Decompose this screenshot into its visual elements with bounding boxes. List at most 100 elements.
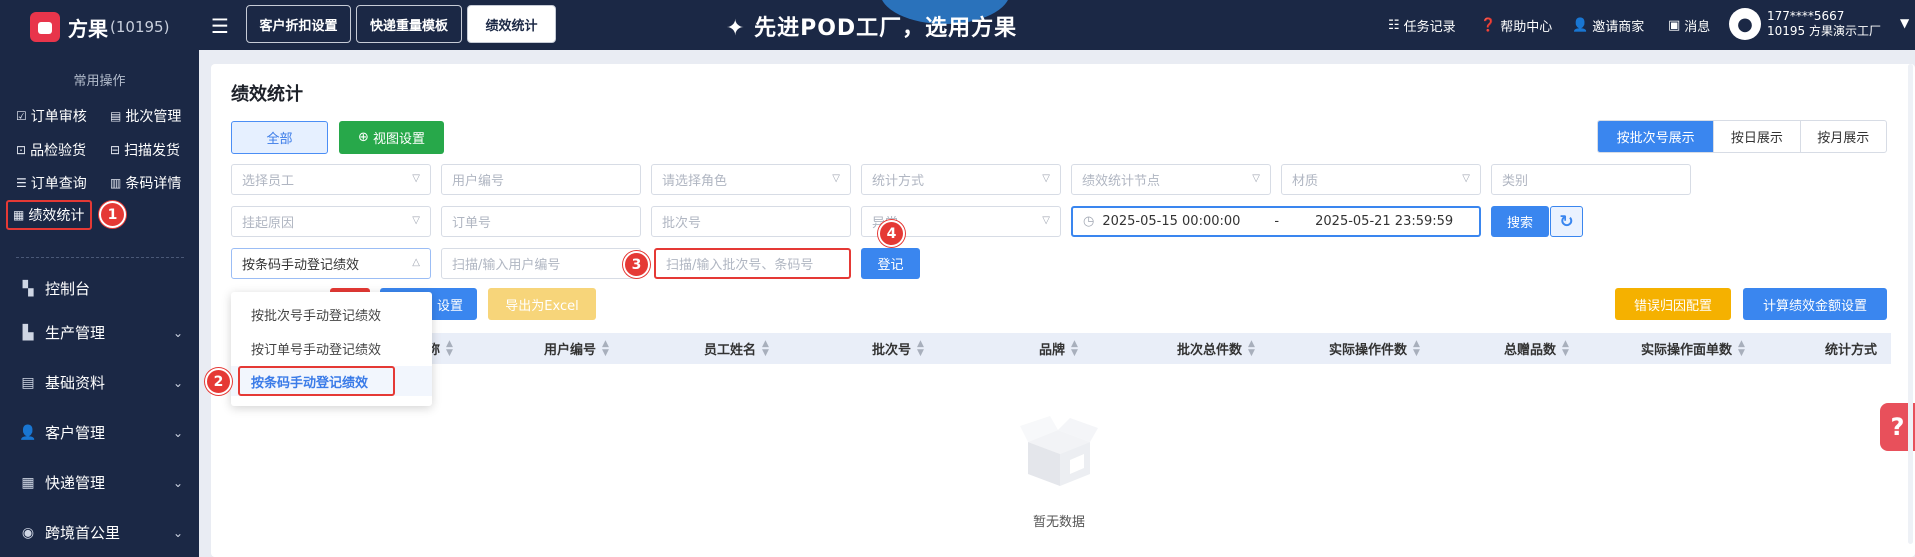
sort-icon: ▲ ▼ bbox=[602, 338, 609, 358]
quick-scan-ship[interactable]: ⊟ 扫描发货 bbox=[110, 140, 180, 160]
column-header[interactable]: 实际操作面单数 ▲ ▼ bbox=[1641, 333, 1745, 364]
employee-select[interactable]: 选择员工 ▽ bbox=[231, 164, 431, 195]
date-start[interactable]: 2025-05-15 00:00:00 bbox=[1102, 214, 1240, 229]
view-by-batch[interactable]: 按批次号展示 bbox=[1598, 121, 1714, 152]
material-select[interactable]: 材质 ▽ bbox=[1281, 164, 1481, 195]
quick-order-review[interactable]: ☑ 订单审核 bbox=[16, 106, 87, 126]
batch-no-input[interactable]: 批次号 bbox=[651, 206, 851, 237]
quick-performance-stats[interactable]: ▦ 绩效统计 bbox=[6, 200, 93, 230]
app-logo[interactable]: 方果 (10195) bbox=[30, 12, 169, 42]
sidebar-item-dashboard[interactable]: ▚ 控制台 bbox=[18, 278, 183, 299]
dropdown-option-order[interactable]: 按订单号手动登记绩效 bbox=[231, 333, 432, 363]
order-no-input[interactable]: 订单号 bbox=[441, 206, 641, 237]
role-select[interactable]: 请选择角色 ▽ bbox=[651, 164, 851, 195]
stat-node-select[interactable]: 绩效统计节点 ▽ bbox=[1071, 164, 1271, 195]
register-mode-value: 按条码手动登记绩效 bbox=[242, 258, 360, 273]
search-button[interactable]: 搜索 bbox=[1491, 206, 1549, 237]
app-name: 方果 bbox=[68, 16, 108, 41]
quick-quality-check[interactable]: ⊡ 品检验货 bbox=[16, 140, 86, 160]
sidebar-item-basic-data[interactable]: ▤ 基础资料 ⌄ bbox=[18, 372, 183, 393]
sort-icon: ▲ ▼ bbox=[762, 338, 769, 358]
scrollbar[interactable] bbox=[1908, 64, 1913, 544]
check-square-icon: ☑ bbox=[16, 109, 27, 123]
sidebar-item-production[interactable]: ▙ 生产管理 ⌄ bbox=[18, 322, 183, 343]
dropdown-option-batch[interactable]: 按批次号手动登记绩效 bbox=[231, 299, 432, 329]
column-label: 批次总件数 bbox=[1177, 343, 1243, 358]
column-header[interactable]: 实际操作件数 ▲ ▼ bbox=[1329, 333, 1420, 364]
globe-icon: ◉ bbox=[21, 524, 35, 541]
view-by-month[interactable]: 按月展示 bbox=[1799, 121, 1886, 152]
column-header[interactable]: 批次总件数 ▲ ▼ bbox=[1177, 333, 1255, 364]
help-center-link[interactable]: ❓ 帮助中心 bbox=[1480, 0, 1552, 50]
error-attribution-button[interactable]: 错误归因配置 bbox=[1615, 288, 1731, 320]
sidebar-item-customers[interactable]: 👤 客户管理 ⌄ bbox=[18, 422, 183, 443]
column-header[interactable]: 员工姓名 ▲ ▼ bbox=[704, 333, 769, 364]
register-mode-select[interactable]: 按条码手动登记绩效 △ bbox=[231, 248, 431, 279]
quick-barcode-detail[interactable]: ▥ 条码详情 bbox=[110, 173, 181, 193]
date-end[interactable]: 2025-05-21 23:59:59 bbox=[1315, 214, 1453, 229]
invite-merchant-link[interactable]: 👤 邀请商家 bbox=[1572, 0, 1644, 50]
refresh-icon[interactable]: ↻ bbox=[1550, 206, 1583, 237]
register-button[interactable]: 登记 bbox=[861, 248, 920, 279]
category-input[interactable]: 类别 bbox=[1491, 164, 1691, 195]
chevron-down-icon: ▽ bbox=[1462, 173, 1470, 184]
column-header[interactable]: 统计方式 bbox=[1825, 333, 1877, 364]
suspend-reason-select[interactable]: 挂起原因 ▽ bbox=[231, 206, 431, 237]
user-id-placeholder: 用户编号 bbox=[452, 174, 505, 189]
sort-icon: ▲ ▼ bbox=[917, 338, 924, 358]
quick-batch-manage[interactable]: ▤ 批次管理 bbox=[110, 106, 181, 126]
chevron-down-icon: ▽ bbox=[412, 215, 420, 226]
user-info[interactable]: 177****5667 10195 方果演示工厂 bbox=[1767, 9, 1881, 39]
material-placeholder: 材质 bbox=[1292, 174, 1319, 189]
calc-amount-settings-button[interactable]: 计算绩效金额设置 bbox=[1743, 288, 1887, 320]
export-excel-button[interactable]: 导出为Excel bbox=[488, 288, 596, 320]
column-header[interactable]: 批次号 ▲ ▼ bbox=[872, 333, 924, 364]
sidebar: 常用操作 ☑ 订单审核 ▤ 批次管理 ⊡ 品检验货 ⊟ 扫描发货 ☰ 订单查询 ▥ 条码详情… bbox=[0, 50, 199, 557]
column-header[interactable]: 用户编号 ▲ ▼ bbox=[544, 333, 609, 364]
column-label: 用户编号 bbox=[544, 343, 597, 358]
date-range-picker[interactable]: ◷ 2025-05-15 00:00:00 - 2025-05-21 23:59… bbox=[1071, 206, 1481, 237]
messages-link[interactable]: ▣ 消息 bbox=[1668, 0, 1710, 50]
invite-merchant-label: 邀请商家 bbox=[1592, 19, 1645, 35]
sort-icon: ▲ ▼ bbox=[1071, 338, 1078, 358]
user-id-input[interactable]: 用户编号 bbox=[441, 164, 641, 195]
chevron-down-icon: ▽ bbox=[1042, 215, 1050, 226]
tab-customer-discount[interactable]: 客户折扣设置 bbox=[246, 5, 351, 43]
sort-icon: ▲ ▼ bbox=[446, 338, 453, 358]
task-record-link[interactable]: ☷ 任务记录 bbox=[1388, 0, 1456, 50]
user-avatar[interactable]: ● bbox=[1729, 8, 1761, 40]
menu-toggle-icon[interactable]: ☰ bbox=[211, 14, 229, 38]
tab-express-weight[interactable]: 快递重量模板 bbox=[356, 5, 462, 43]
quick-label: 扫描发货 bbox=[124, 143, 181, 159]
page-title: 绩效统计 bbox=[231, 84, 303, 105]
batch-scan-input[interactable]: 扫描/输入批次号、条码号 bbox=[654, 248, 851, 279]
tab-performance[interactable]: 绩效统计 bbox=[467, 5, 556, 43]
sidebar-item-express[interactable]: ▦ 快递管理 ⌄ bbox=[18, 472, 183, 493]
slogan: ✦ 先进POD工厂，选用方果 bbox=[726, 16, 1018, 41]
user-caret-icon[interactable]: ▼ bbox=[1900, 16, 1909, 30]
table-header: 称 ▲ ▼ 用户编号 ▲ ▼ 员工姓名 ▲ ▼ 批次号 ▲ ▼ 品牌 ▲ ▼ 批次总件数 ▲ ▼ 实际操… bbox=[231, 333, 1891, 364]
view-by-day[interactable]: 按日展示 bbox=[1713, 121, 1799, 152]
all-button[interactable]: 全部 bbox=[231, 121, 328, 154]
stat-method-select[interactable]: 统计方式 ▽ bbox=[861, 164, 1061, 195]
quick-label: 绩效统计 bbox=[28, 208, 85, 224]
quick-order-query[interactable]: ☰ 订单查询 bbox=[16, 173, 87, 193]
user-scan-input[interactable]: 扫描/输入用户编号 bbox=[441, 248, 641, 279]
quick-label: 条码详情 bbox=[125, 176, 182, 192]
list-icon: ☷ bbox=[1388, 17, 1400, 33]
column-label: 员工姓名 bbox=[704, 343, 757, 358]
column-header[interactable]: 品牌 ▲ ▼ bbox=[1039, 333, 1078, 364]
chevron-down-icon: ▽ bbox=[832, 173, 840, 184]
sort-icon: ▲ ▼ bbox=[1413, 338, 1420, 358]
annotation-highlight-box bbox=[238, 366, 395, 396]
chat-icon: ▣ bbox=[1668, 17, 1681, 33]
column-label: 总赠品数 bbox=[1504, 343, 1557, 358]
sidebar-item-crossborder[interactable]: ◉ 跨境首公里 ⌄ bbox=[18, 522, 183, 543]
logo-icon bbox=[30, 12, 60, 42]
column-header[interactable]: 总赠品数 ▲ ▼ bbox=[1504, 333, 1569, 364]
quick-label: 品检验货 bbox=[30, 143, 87, 159]
view-settings-button[interactable]: ⊕ 视图设置 bbox=[339, 121, 444, 154]
empty-text: 暂无数据 bbox=[1032, 515, 1085, 530]
top-bar: 方果 (10195) ☰ 客户折扣设置 快递重量模板 绩效统计 ✦ 先进POD工… bbox=[0, 0, 1915, 50]
task-record-label: 任务记录 bbox=[1403, 19, 1456, 35]
